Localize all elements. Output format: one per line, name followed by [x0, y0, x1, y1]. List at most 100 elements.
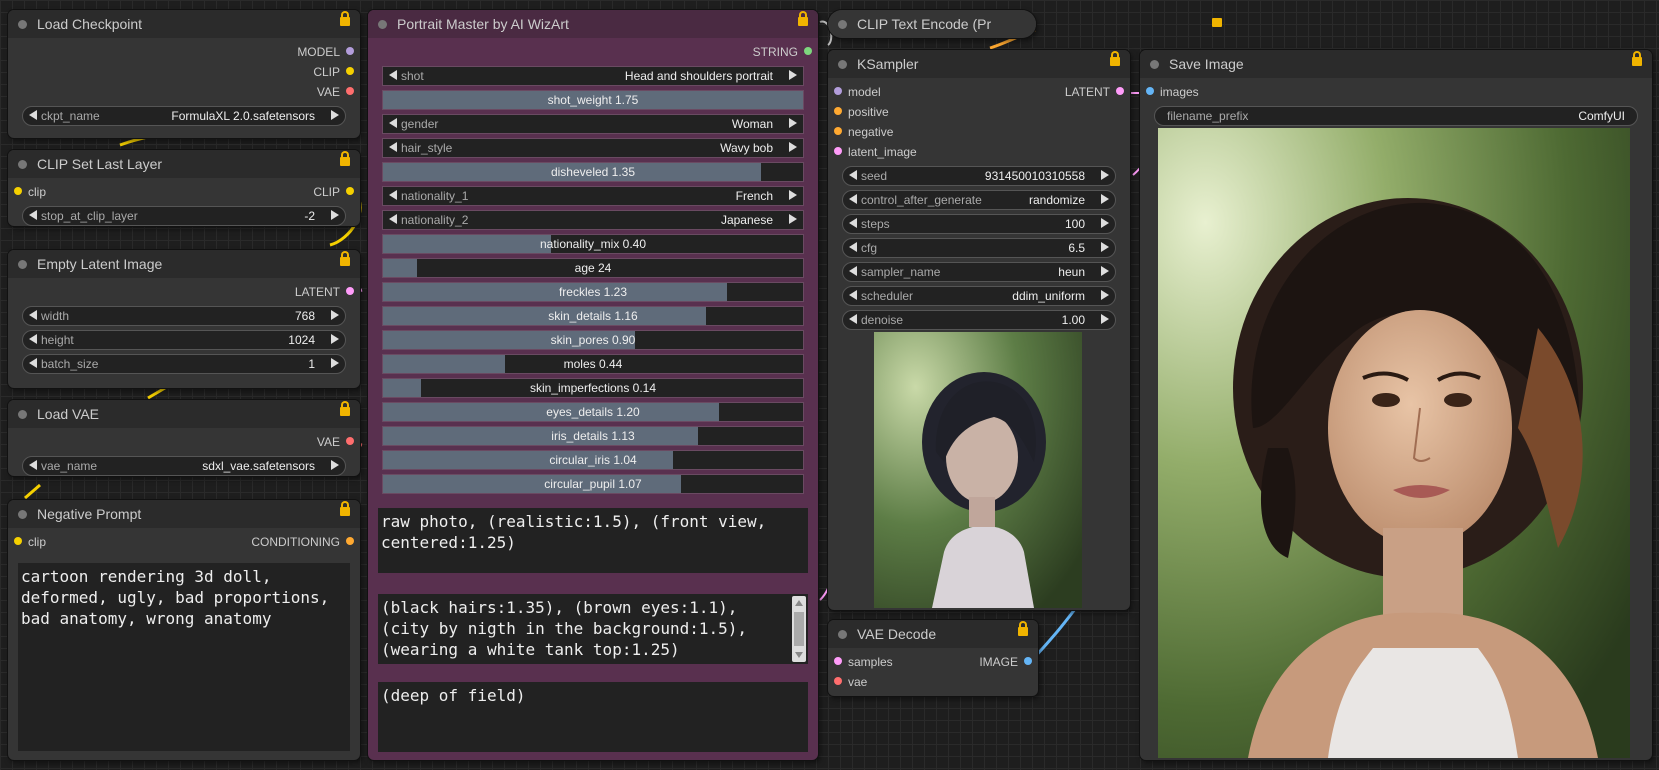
lock-icon[interactable] [340, 251, 350, 266]
collapse-dot-icon[interactable] [838, 629, 847, 639]
output-dot-icon[interactable] [1024, 657, 1032, 665]
arrow-right-icon[interactable] [789, 70, 797, 80]
node-header[interactable]: KSampler [828, 50, 1130, 78]
output-dot-icon[interactable] [346, 67, 354, 75]
eyes-details-slider[interactable]: eyes_details 1.20 [382, 402, 804, 422]
sampler-name-combo[interactable]: sampler_name heun [842, 262, 1116, 282]
arrow-left-icon[interactable] [29, 210, 37, 220]
input-samples[interactable]: samples IMAGE [828, 652, 1038, 672]
input-latent-image[interactable]: latent_image [828, 142, 1130, 162]
node-header[interactable]: CLIP Set Last Layer [8, 150, 360, 178]
scroll-down-icon[interactable] [795, 652, 803, 658]
input-dot-icon[interactable] [834, 677, 842, 685]
freckles-slider[interactable]: freckles 1.23 [382, 282, 804, 302]
lock-icon[interactable] [1632, 51, 1642, 66]
shot-weight-slider[interactable]: shot_weight 1.75 [382, 90, 804, 110]
arrow-right-icon[interactable] [1101, 218, 1109, 228]
arrow-left-icon[interactable] [849, 218, 857, 228]
input-negative[interactable]: negative [828, 122, 1130, 142]
load-checkpoint-node[interactable]: Load Checkpoint MODEL CLIP VAE ckpt_name… [8, 10, 360, 138]
scroll-thumb[interactable] [794, 612, 804, 646]
output-dot-icon[interactable] [346, 537, 354, 545]
disheveled-slider[interactable]: disheveled 1.35 [382, 162, 804, 182]
ckpt-name-combo[interactable]: ckpt_name FormulaXL 2.0.safetensors [22, 106, 346, 126]
clip-text-encode-node[interactable]: CLIP Text Encode (Pr [828, 10, 1036, 38]
output-vae[interactable]: VAE [8, 432, 360, 452]
lock-icon[interactable] [340, 11, 350, 26]
output-dot-icon[interactable] [346, 287, 354, 295]
output-latent[interactable]: LATENT [8, 282, 360, 302]
negative-prompt-textarea[interactable]: cartoon rendering 3d doll, deformed, ugl… [18, 563, 350, 751]
positive-suffix-textarea[interactable]: (deep of field) [378, 682, 808, 752]
positive-prefix-textarea[interactable]: raw photo, (realistic:1.5), (front view,… [378, 508, 808, 573]
arrow-left-icon[interactable] [29, 334, 37, 344]
cfg-number[interactable]: cfg 6.5 [842, 238, 1116, 258]
negative-prompt-node[interactable]: Negative Prompt clip CONDITIONING cartoon… [8, 500, 360, 760]
arrow-left-icon[interactable] [389, 142, 397, 152]
arrow-right-icon[interactable] [1101, 170, 1109, 180]
arrow-right-icon[interactable] [789, 214, 797, 224]
circular-iris-slider[interactable]: circular_iris 1.04 [382, 450, 804, 470]
input-vae[interactable]: vae [828, 672, 1038, 692]
arrow-right-icon[interactable] [1101, 194, 1109, 204]
scheduler-combo[interactable]: scheduler ddim_uniform [842, 286, 1116, 306]
input-dot-icon[interactable] [834, 657, 842, 665]
lock-icon[interactable] [340, 401, 350, 416]
lock-icon[interactable] [798, 11, 808, 26]
hair-style-combo[interactable]: hair_style Wavy bob [382, 138, 804, 158]
input-dot-icon[interactable] [1146, 87, 1154, 95]
arrow-right-icon[interactable] [331, 358, 339, 368]
node-header[interactable]: Load VAE [8, 400, 360, 428]
arrow-left-icon[interactable] [29, 110, 37, 120]
ksampler-node[interactable]: KSampler model LATENT positive negative l… [828, 50, 1130, 610]
output-dot-icon[interactable] [346, 437, 354, 445]
arrow-right-icon[interactable] [1101, 266, 1109, 276]
collapse-dot-icon[interactable] [18, 259, 27, 269]
output-dot-icon[interactable] [346, 187, 354, 195]
collapse-dot-icon[interactable] [838, 59, 847, 69]
output-model[interactable]: MODEL [8, 42, 360, 62]
node-header[interactable]: CLIP Text Encode (Pr [828, 10, 1036, 38]
skin-pores-slider[interactable]: skin_pores 0.90 [382, 330, 804, 350]
seed-number[interactable]: seed 931450010310558 [842, 166, 1116, 186]
input-dot-icon[interactable] [14, 537, 22, 545]
nationality-1-combo[interactable]: nationality_1 French [382, 186, 804, 206]
portrait-master-node[interactable]: Portrait Master by AI WizArt STRING shot… [368, 10, 818, 760]
batch-size-number[interactable]: batch_size 1 [22, 354, 346, 374]
arrow-left-icon[interactable] [849, 290, 857, 300]
arrow-right-icon[interactable] [789, 118, 797, 128]
arrow-left-icon[interactable] [389, 118, 397, 128]
vae-name-combo[interactable]: vae_name sdxl_vae.safetensors [22, 456, 346, 476]
width-number[interactable]: width 768 [22, 306, 346, 326]
arrow-left-icon[interactable] [849, 194, 857, 204]
gender-combo[interactable]: gender Woman [382, 114, 804, 134]
collapse-dot-icon[interactable] [18, 509, 27, 519]
arrow-left-icon[interactable] [29, 460, 37, 470]
textarea-scrollbar[interactable] [792, 596, 806, 662]
vae-decode-node[interactable]: VAE Decode samples IMAGE vae [828, 620, 1038, 696]
arrow-right-icon[interactable] [1101, 314, 1109, 324]
input-dot-icon[interactable] [834, 127, 842, 135]
input-model[interactable]: model LATENT [828, 82, 1130, 102]
input-dot-icon[interactable] [834, 107, 842, 115]
age-slider[interactable]: age 24 [382, 258, 804, 278]
shot-combo[interactable]: shot Head and shoulders portrait [382, 66, 804, 86]
output-dot-icon[interactable] [1116, 87, 1124, 95]
height-number[interactable]: height 1024 [22, 330, 346, 350]
control-after-generate-combo[interactable]: control_after_generate randomize [842, 190, 1116, 210]
arrow-left-icon[interactable] [29, 310, 37, 320]
arrow-right-icon[interactable] [789, 142, 797, 152]
circular-pupil-slider[interactable]: circular_pupil 1.07 [382, 474, 804, 494]
output-vae[interactable]: VAE [8, 82, 360, 102]
arrow-right-icon[interactable] [789, 190, 797, 200]
arrow-right-icon[interactable] [331, 310, 339, 320]
node-header[interactable]: Load Checkpoint [8, 10, 360, 38]
clip-set-last-layer-node[interactable]: CLIP Set Last Layer clip CLIP stop_at_cli… [8, 150, 360, 226]
arrow-right-icon[interactable] [1101, 290, 1109, 300]
load-vae-node[interactable]: Load VAE VAE vae_name sdxl_vae.safetensor… [8, 400, 360, 476]
steps-number[interactable]: steps 100 [842, 214, 1116, 234]
arrow-left-icon[interactable] [29, 358, 37, 368]
output-dot-icon[interactable] [346, 47, 354, 55]
arrow-left-icon[interactable] [389, 214, 397, 224]
node-header[interactable]: VAE Decode [828, 620, 1038, 648]
